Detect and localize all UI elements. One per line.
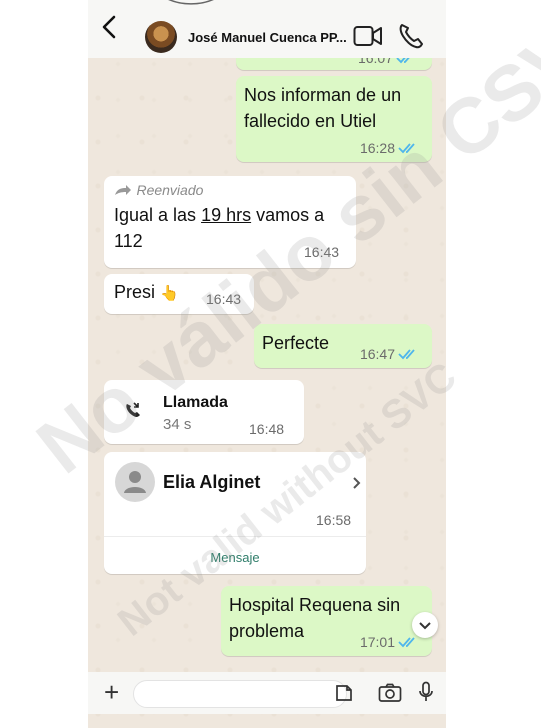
contact-avatar[interactable] — [145, 21, 177, 53]
message-input[interactable] — [133, 680, 347, 708]
message-time: 17:01 — [359, 634, 395, 650]
message-time: 16:28 — [359, 140, 395, 156]
read-ticks-icon — [398, 143, 415, 154]
contact-card-name: Elia Alginet — [163, 472, 261, 492]
back-chevron-icon[interactable] — [98, 14, 120, 40]
microphone-icon[interactable] — [418, 681, 434, 703]
message-bubble-incoming[interactable]: Presi 👆 16:43 — [104, 274, 254, 314]
chevron-down-icon — [419, 622, 431, 630]
forward-arrow-icon — [115, 185, 131, 195]
call-title: Llamada — [163, 394, 228, 411]
sticker-icon[interactable] — [334, 683, 354, 703]
missed-call-icon — [126, 402, 140, 417]
message-time: 16:43 — [206, 291, 242, 307]
pointing-up-emoji-icon: 👆 — [160, 285, 179, 302]
forwarded-label: Reenviado — [114, 182, 203, 200]
camera-icon[interactable] — [378, 683, 402, 703]
plus-icon[interactable]: + — [104, 678, 119, 706]
call-log-bubble[interactable]: Llamada 34 s 16:48 — [104, 380, 304, 444]
chat-screen: 16:07 José Manuel Cuenca PP... Nos infor… — [88, 0, 446, 728]
message-text: Perfecte — [262, 333, 330, 353]
contact-avatar-placeholder — [115, 462, 155, 502]
card-divider — [104, 536, 366, 537]
message-bubble-outgoing[interactable]: Hospital Requena sin problema 17:01 — [221, 586, 432, 656]
message-bubble-outgoing[interactable]: Nos informan de un fallecido en Utiel 16… — [236, 76, 432, 162]
chat-header: José Manuel Cuenca PP... — [88, 0, 446, 58]
video-call-icon[interactable] — [353, 24, 383, 48]
contact-card-bubble[interactable]: Elia Alginet 16:58 Mensaje — [104, 452, 366, 574]
call-duration: 34 s — [163, 416, 192, 433]
message-bubble-incoming[interactable]: Reenviado Igual a las 19 hrs vamos a 112… — [104, 176, 356, 268]
message-input-bar: + — [88, 672, 446, 714]
read-ticks-icon — [398, 349, 415, 360]
message-time: 16:58 — [316, 512, 352, 528]
scroll-down-button[interactable] — [412, 612, 438, 638]
time-link[interactable]: 19 hrs — [201, 205, 251, 225]
chevron-right-icon[interactable] — [352, 476, 362, 490]
contact-name-title[interactable]: José Manuel Cuenca PP... — [188, 30, 347, 45]
message-time: 16:48 — [249, 421, 285, 437]
message-contact-button[interactable]: Mensaje — [104, 550, 366, 565]
message-text: Presi — [114, 282, 156, 302]
message-time: 16:43 — [304, 244, 340, 260]
phone-call-icon[interactable] — [398, 22, 424, 50]
seal-stamp — [168, 0, 214, 5]
message-bubble-outgoing[interactable]: Perfecte 16:47 — [254, 324, 432, 368]
person-icon — [124, 471, 146, 493]
message-text: Nos informan de un fallecido en Utiel — [244, 85, 402, 131]
message-time: 16:47 — [359, 346, 395, 362]
